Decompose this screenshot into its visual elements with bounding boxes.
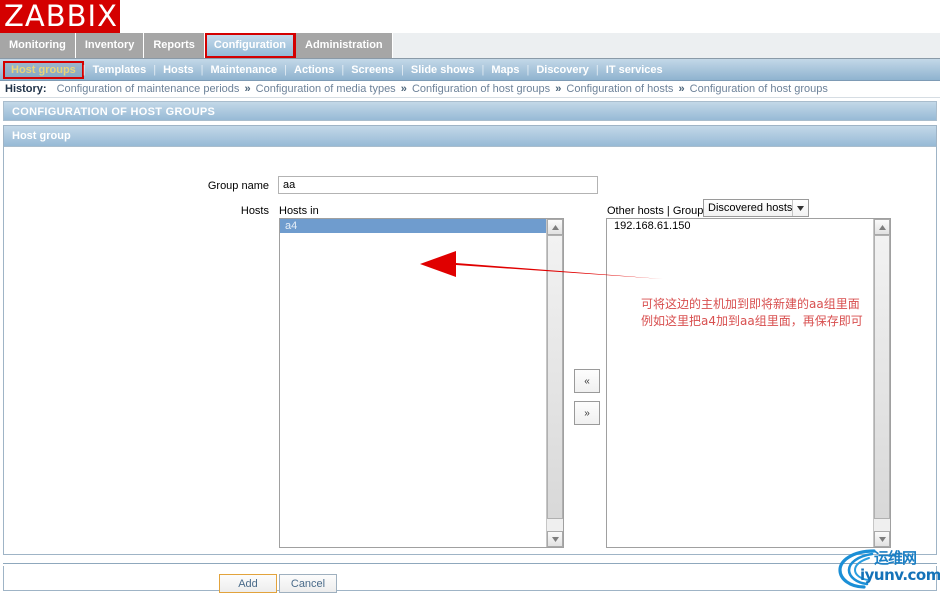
sub-menu-bar: Host groups | Templates | Hosts | Mainte… bbox=[0, 59, 940, 81]
add-button[interactable]: Add bbox=[219, 574, 277, 593]
list-item[interactable]: a4 bbox=[280, 219, 546, 233]
page-title: CONFIGURATION OF HOST GROUPS bbox=[3, 101, 937, 121]
submenu-separator: | bbox=[82, 63, 86, 76]
move-left-button[interactable]: « bbox=[574, 369, 600, 393]
history-link-3[interactable]: Configuration of hosts bbox=[566, 83, 673, 95]
form-header-host-group: Host group bbox=[4, 126, 936, 147]
group-name-label: Group name bbox=[207, 180, 269, 192]
main-menu-bar: Monitoring Inventory Reports Configurati… bbox=[0, 33, 940, 59]
menu-item-monitoring[interactable]: Monitoring bbox=[0, 33, 76, 58]
other-hosts-scrollbar[interactable] bbox=[873, 219, 890, 547]
submenu-separator: | bbox=[401, 63, 404, 76]
submenu-separator: | bbox=[200, 63, 204, 76]
history-label: History: bbox=[5, 83, 47, 95]
scroll-up-icon[interactable] bbox=[874, 219, 890, 235]
hosts-label: Hosts bbox=[240, 205, 269, 217]
submenu-item-maintenance[interactable]: Maintenance bbox=[204, 62, 285, 78]
hosts-in-scroll-thumb[interactable] bbox=[547, 235, 563, 520]
hosts-in-scroll-track[interactable] bbox=[547, 235, 563, 531]
history-link-1[interactable]: Configuration of media types bbox=[256, 83, 396, 95]
submenu-separator: | bbox=[153, 63, 157, 76]
chevron-down-icon bbox=[792, 200, 808, 216]
submenu-item-discovery[interactable]: Discovery bbox=[529, 62, 596, 78]
submenu-separator: | bbox=[595, 63, 599, 76]
submenu-item-maps[interactable]: Maps bbox=[484, 62, 526, 78]
history-separator: » bbox=[555, 83, 562, 95]
group-filter-select[interactable]: Discovered hosts bbox=[703, 199, 809, 217]
cancel-button[interactable]: Cancel bbox=[279, 574, 337, 593]
submenu-item-it-services[interactable]: IT services bbox=[599, 62, 670, 78]
zabbix-logo[interactable]: ZABBIX bbox=[0, 0, 120, 33]
hosts-in-options: a4 bbox=[280, 219, 546, 547]
history-bar: History: Configuration of maintenance pe… bbox=[0, 81, 940, 98]
form-footer: Add Cancel bbox=[3, 566, 937, 593]
scroll-down-icon[interactable] bbox=[547, 531, 563, 547]
hosts-in-caption: Hosts in bbox=[279, 205, 319, 217]
host-group-form: Host group Group name Hosts Hosts in Oth… bbox=[3, 125, 937, 555]
other-hosts-caption: Other hosts | Group bbox=[607, 205, 704, 217]
history-link-2[interactable]: Configuration of host groups bbox=[412, 83, 550, 95]
move-right-button[interactable]: » bbox=[574, 401, 600, 425]
submenu-separator: | bbox=[526, 63, 530, 76]
hosts-in-listbox[interactable]: a4 bbox=[279, 218, 564, 548]
history-link-0[interactable]: Configuration of maintenance periods bbox=[57, 83, 240, 95]
list-item[interactable]: 192.168.61.150 bbox=[607, 219, 873, 233]
submenu-item-actions[interactable]: Actions bbox=[287, 62, 341, 78]
submenu-separator: | bbox=[481, 63, 485, 76]
logo-bar: ZABBIX bbox=[0, 0, 940, 33]
scroll-up-icon[interactable] bbox=[547, 219, 563, 235]
menu-item-inventory[interactable]: Inventory bbox=[75, 33, 145, 58]
submenu-item-hosts[interactable]: Hosts bbox=[156, 62, 201, 78]
history-separator: » bbox=[678, 83, 685, 95]
submenu-item-slide-shows[interactable]: Slide shows bbox=[404, 62, 482, 78]
hosts-in-scrollbar[interactable] bbox=[546, 219, 563, 547]
history-separator: » bbox=[400, 83, 407, 95]
submenu-item-host-groups[interactable]: Host groups bbox=[3, 60, 84, 79]
scroll-down-icon[interactable] bbox=[874, 531, 890, 547]
group-name-input[interactable] bbox=[278, 176, 598, 194]
other-hosts-scroll-thumb[interactable] bbox=[874, 235, 890, 520]
group-filter-select-value: Discovered hosts bbox=[708, 202, 793, 214]
history-link-4[interactable]: Configuration of host groups bbox=[690, 83, 828, 95]
submenu-item-templates[interactable]: Templates bbox=[86, 62, 154, 78]
submenu-item-screens[interactable]: Screens bbox=[344, 62, 401, 78]
menu-item-administration[interactable]: Administration bbox=[296, 33, 393, 58]
submenu-separator: | bbox=[341, 63, 345, 76]
submenu-separator: | bbox=[284, 63, 288, 76]
history-separator: » bbox=[244, 83, 251, 95]
history-links: Configuration of maintenance periods » C… bbox=[57, 83, 828, 95]
menu-item-configuration[interactable]: Configuration bbox=[204, 33, 297, 58]
form-body: Group name Hosts Hosts in Other hosts | … bbox=[4, 147, 936, 554]
other-hosts-scroll-track[interactable] bbox=[874, 235, 890, 531]
other-hosts-listbox[interactable]: 192.168.61.150 bbox=[606, 218, 891, 548]
other-hosts-options: 192.168.61.150 bbox=[607, 219, 873, 547]
menu-item-reports[interactable]: Reports bbox=[144, 33, 205, 58]
